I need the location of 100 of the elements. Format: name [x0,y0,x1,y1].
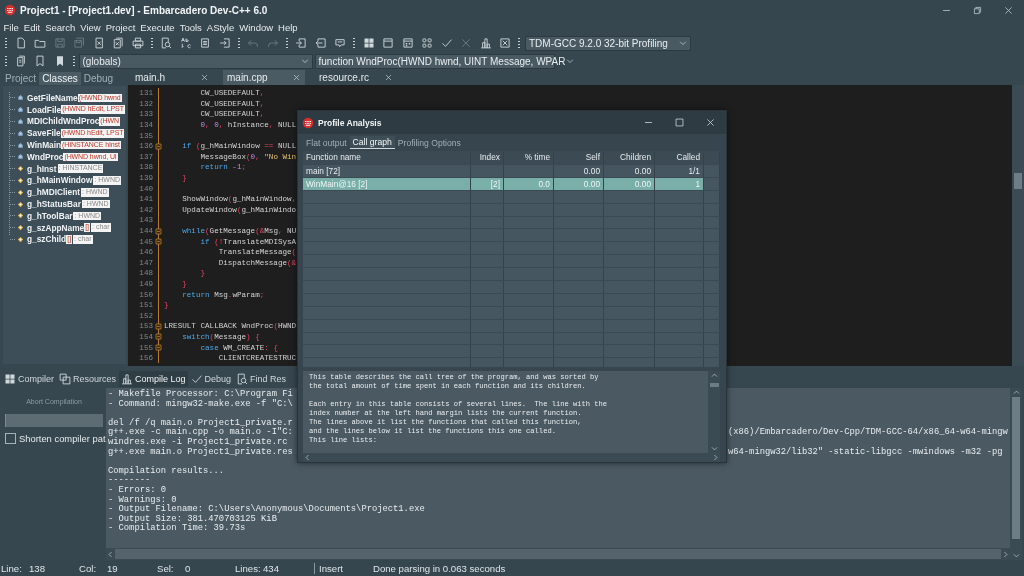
status-mode: Insert [314,562,373,574]
save-icon [53,37,66,49]
chart-icon [121,373,134,385]
close-icon[interactable] [384,73,393,82]
log-line: - Compilation Time: 39.73s [108,524,246,534]
close-icon[interactable] [200,73,209,82]
checkbox[interactable] [5,433,16,444]
check-icon [440,37,453,49]
cross-box-icon [499,37,512,49]
menu-item[interactable]: View [77,21,104,33]
combo-value: TDM-GCC 9.2.0 32-bit Profiling [529,37,669,49]
field-icon [17,188,24,196]
find-icon [160,37,173,49]
close-file-icon [92,37,105,49]
field-icon [17,235,24,243]
member-name[interactable]: g_hMainWindow [27,175,93,186]
member-name[interactable]: g_hMDIClient [27,187,80,198]
scrollbar[interactable] [1012,85,1024,366]
compiler-dropdown[interactable]: TDM-GCC 9.2.0 32-bit Profiling [525,35,691,51]
menu-item[interactable]: Tools [177,21,205,33]
chevron-down-icon [709,444,719,453]
menu-item[interactable]: Execute [137,21,178,33]
log-line: - Command: mingw32-make.exe -f "C:\ [108,399,293,410]
menu-item[interactable]: Help [275,21,301,33]
replace-icon [179,37,192,49]
copy-icon [59,373,71,385]
column-header[interactable]: Index [471,151,504,164]
table-row[interactable]: main [72] 0.00 0.00 1/1 [303,165,720,178]
file-tab[interactable]: main.cpp [223,70,305,85]
member-name[interactable]: g_szChild [27,234,67,245]
unindent-icon [314,37,327,49]
member-name[interactable]: GetFileName [27,92,78,103]
chevron-down-icon [1011,551,1021,560]
panel-tab[interactable]: Classes [39,72,81,85]
close-icon[interactable] [292,73,301,82]
log-line: - Output Size: 381.470703125 KiB [108,514,277,524]
panel-tab[interactable]: Debug [188,371,234,387]
chevron-up-icon [709,371,719,380]
panel-tab[interactable]: Debug [80,72,117,85]
member-name[interactable]: WinMain [27,140,62,151]
panel-tab[interactable]: Compiler [2,371,56,387]
chevron-up-icon [1011,388,1021,397]
field-icon [17,165,24,173]
member-name[interactable]: g_hStatusBar [27,199,81,210]
column-header[interactable]: Called [655,151,704,164]
scrollbar[interactable] [708,371,720,453]
log-line: g++.exe main.o Project1_private.res [108,447,293,458]
goto-icon [218,37,231,49]
redo-icon [266,37,279,49]
panel-tab[interactable]: Compile Log [119,371,188,387]
panel-tab[interactable]: Project [2,72,40,85]
status-label: Sel: [157,562,175,574]
menu-item[interactable]: Project [103,21,138,33]
column-header[interactable]: Self [554,151,604,164]
dialog-tab[interactable]: Call graph [349,136,395,149]
chevron-down-icon [565,56,576,66]
member-name[interactable]: WndProc [27,151,64,162]
column-header[interactable]: Children [604,151,655,164]
maximize-icon [674,117,685,128]
dialog-tab[interactable]: Flat output [303,137,350,149]
bookmark-icon [34,55,47,67]
member-name[interactable]: g_hInst [27,163,57,174]
scrollbar[interactable] [1010,388,1022,560]
menu-item[interactable]: Search [42,21,78,33]
member-name[interactable]: SaveFile [27,128,61,139]
member-name[interactable]: MDIChildWndProc [27,116,100,127]
panel-tab[interactable]: Find Res [234,371,289,387]
scope-dropdown[interactable]: (globals) [78,53,313,69]
dialog-tab[interactable]: Profiling Options [394,137,464,149]
member-name[interactable]: g_szAppName [27,222,85,233]
menu-item[interactable]: Window [236,21,276,33]
status-label: Line: [1,562,23,574]
menu-item[interactable]: File [1,21,22,33]
method-icon [17,118,24,125]
field-icon [17,176,24,184]
column-header[interactable]: % time [504,151,554,164]
method-icon [17,94,24,102]
squares-icon [421,37,434,49]
log-line: - Warnings: 0 [108,495,177,505]
method-icon [17,141,24,149]
menu-item[interactable]: AStyle [204,21,237,33]
scrollbar[interactable] [303,453,720,462]
panel-tab[interactable]: Resources [57,371,119,387]
method-icon [17,129,24,137]
file-tab[interactable]: main.h [131,70,213,85]
menu-item[interactable]: Edit [21,21,43,33]
log-line: g++.exe -c main.cpp -o main.o -I"C: [108,428,293,438]
column-header[interactable]: Function name [303,151,471,164]
scrollbar[interactable] [106,548,1010,560]
find-icon [236,373,249,385]
checkbox-label[interactable]: Shorten compiler pat [19,433,106,444]
combo-value: (globals) [82,55,122,67]
folder-icon [34,37,47,49]
member-name[interactable]: g_hToolBar [27,210,73,221]
member-name[interactable]: LoadFile [27,104,62,115]
log-line: - Errors: 0 [108,485,167,495]
file-tab[interactable]: resource.rc [315,70,397,85]
log-line: - Output Filename: C:\Users\Anonymous\Documents\Project1.exe [108,505,425,515]
cross-icon [460,37,473,49]
log-line: windres.exe -i Project1_private.rc [108,437,288,447]
